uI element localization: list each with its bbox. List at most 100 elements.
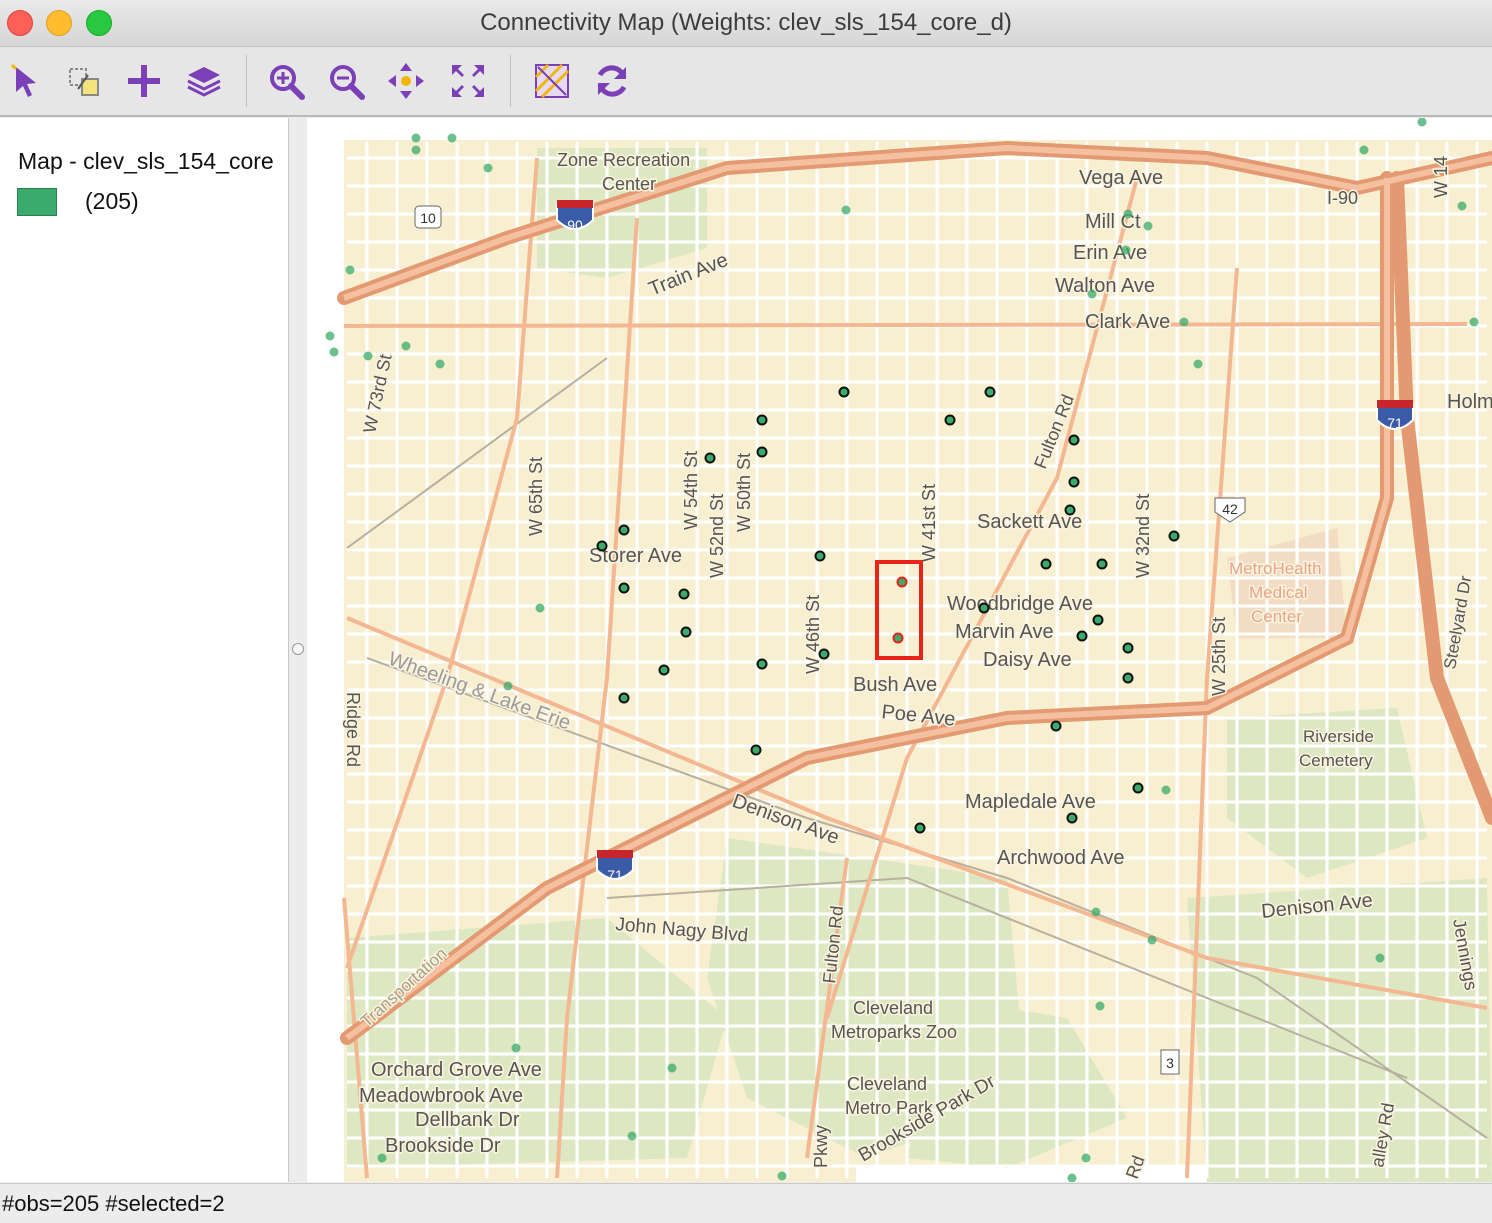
map-label-w46th-st: W 46th St (803, 595, 823, 674)
neighbor-point (838, 386, 850, 398)
basemap-button[interactable] (530, 59, 574, 103)
map-svg[interactable]: 90 71 71 10 42 3 Zone Recreation Center … (307, 117, 1492, 1183)
neighbor-point (756, 414, 768, 426)
neighbor-point (1122, 672, 1134, 684)
map-label-archwood-ave: Archwood Ave (997, 847, 1125, 869)
observation-point (1161, 785, 1171, 795)
status-bar: #obs=205 #selected=2 (0, 1183, 1492, 1223)
selected-point[interactable] (892, 632, 904, 644)
map-label-medical-center: Center (1251, 607, 1302, 626)
zoom-out-icon (330, 65, 365, 100)
map-label-erin-ave: Erin Ave (1073, 242, 1147, 264)
legend-swatch[interactable] (17, 188, 57, 216)
shield-10: 10 (420, 210, 436, 226)
neighbor-point (596, 540, 608, 552)
shield-71-a: 71 (607, 867, 623, 883)
neighbor-point (756, 446, 768, 458)
observation-point (325, 331, 335, 341)
observation-point (535, 603, 545, 613)
neighbor-point (1092, 614, 1104, 626)
toolbar-separator (246, 55, 247, 107)
window-title: Connectivity Map (Weights: clev_sls_154_… (480, 9, 1012, 36)
map-label-orchard-grove-ave: Orchard Grove Ave (371, 1059, 542, 1081)
observation-point (1193, 359, 1203, 369)
pointer-icon (10, 63, 36, 97)
map-label-metroparks-zoo: Metroparks Zoo (831, 1022, 957, 1042)
neighbor-point (1122, 642, 1134, 654)
map-label-brookside-dr: Brookside Dr (385, 1135, 501, 1157)
observation-point (377, 1153, 387, 1163)
zoom-in-icon (270, 65, 305, 100)
neighbor-point (944, 414, 956, 426)
basemap-icon (534, 63, 570, 99)
observation-point (1457, 201, 1467, 211)
neighbor-point (756, 658, 768, 670)
add-button[interactable] (122, 59, 166, 103)
neighbor-point (1068, 434, 1080, 446)
legend-count: (205) (85, 188, 139, 214)
map-label-vega-ave: Vega Ave (1079, 167, 1163, 189)
toolbar-separator (510, 55, 511, 107)
map-label-w14: W 14 (1431, 156, 1451, 198)
pan-button[interactable] (384, 59, 428, 103)
neighbor-point (1132, 782, 1144, 794)
observation-point (1179, 317, 1189, 327)
neighbor-point (978, 602, 990, 614)
map-label-woodbridge-ave: Woodbridge Ave (947, 593, 1093, 615)
legend-panel: Map - clev_sls_154_core (205) (0, 118, 289, 1182)
observation-point (777, 1171, 787, 1181)
observation-point (1375, 953, 1385, 963)
map-label-w50th-st: W 50th St (734, 453, 754, 532)
full-extent-button[interactable] (446, 59, 490, 103)
observation-point (1359, 145, 1369, 155)
neighbor-point (914, 822, 926, 834)
splitter-handle[interactable] (292, 643, 304, 655)
observation-point (627, 1131, 637, 1141)
layers-button[interactable] (182, 59, 226, 103)
neighbor-point (658, 664, 670, 676)
observation-point (1147, 935, 1157, 945)
map-canvas[interactable]: 90 71 71 10 42 3 Zone Recreation Center … (307, 117, 1492, 1183)
neighbor-point (814, 550, 826, 562)
observation-point (401, 341, 411, 351)
observation-point (1417, 117, 1427, 127)
panel-splitter[interactable] (289, 118, 307, 1182)
map-label-metrohealth: MetroHealth (1229, 559, 1322, 578)
select-shape-icon (69, 68, 99, 96)
map-label-medical: Medical (1249, 583, 1308, 602)
neighbor-point (1064, 504, 1076, 516)
map-label-center: Center (602, 174, 656, 194)
status-text: #obs=205 #selected=2 (2, 1191, 225, 1216)
observation-point (329, 347, 339, 357)
refresh-button[interactable] (590, 59, 634, 103)
neighbor-point (1068, 476, 1080, 488)
selected-point[interactable] (896, 576, 908, 588)
selection-shape-button[interactable] (62, 59, 106, 103)
observation-point (1091, 907, 1101, 917)
neighbor-point (704, 452, 716, 464)
observation-point (435, 359, 445, 369)
pan-icon (388, 63, 424, 99)
observation-point (363, 351, 373, 361)
observation-point (1095, 1001, 1105, 1011)
neighbor-point (680, 626, 692, 638)
map-label-riverside: Riverside (1303, 727, 1374, 746)
select-pointer-button[interactable] (4, 59, 48, 103)
zoom-out-button[interactable] (324, 59, 368, 103)
neighbor-point (678, 588, 690, 600)
zoom-in-button[interactable] (264, 59, 308, 103)
observation-point (345, 265, 355, 275)
neighbor-point (618, 582, 630, 594)
observation-point (1143, 221, 1153, 231)
observation-point (483, 163, 493, 173)
window-titlebar: Connectivity Map (Weights: clev_sls_154_… (0, 0, 1492, 47)
neighbor-point (1168, 530, 1180, 542)
map-label-clark-ave: Clark Ave (1085, 311, 1170, 333)
map-label-cleveland-park: Cleveland (847, 1074, 927, 1094)
map-label-walton-ave: Walton Ave (1055, 275, 1155, 297)
map-label-w25th-st: W 25th St (1209, 617, 1229, 696)
map-label-pkwy: Pkwy (811, 1125, 831, 1168)
map-label-mapledale-ave: Mapledale Ave (965, 791, 1096, 813)
shield-90: 90 (567, 217, 583, 233)
map-label-sackett-ave: Sackett Ave (977, 511, 1082, 533)
